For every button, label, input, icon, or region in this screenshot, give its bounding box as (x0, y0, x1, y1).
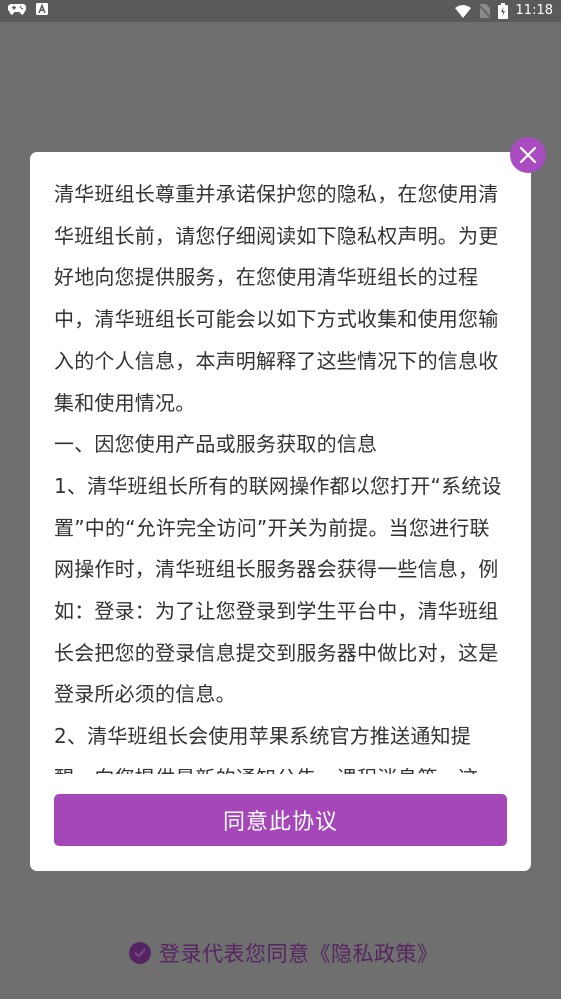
app-a-icon (36, 3, 48, 15)
gamepad-icon (8, 3, 26, 15)
status-right-icons: 11:18 (454, 2, 553, 20)
policy-paragraph: 清华班组长尊重并承诺保护您的隐私，在您使用清华班组长前，请您仔细阅读如下隐私权声… (54, 182, 499, 415)
wifi-icon (454, 4, 471, 18)
policy-paragraph: 1、清华班组长所有的联网操作都以您打开“系统设置”中的“允许完全访问”开关为前提… (54, 473, 502, 707)
status-time: 11:18 (515, 3, 553, 18)
privacy-policy-link[interactable]: 登录代表您同意《隐私政策》 (159, 938, 439, 968)
no-sim-icon (478, 4, 490, 18)
privacy-policy-dialog: 清华班组长尊重并承诺保护您的隐私，在您使用清华班组长前，请您仔细阅读如下隐私权声… (30, 152, 531, 871)
policy-text-scroll[interactable]: 清华班组长尊重并承诺保护您的隐私，在您使用清华班组长前，请您仔细阅读如下隐私权声… (54, 174, 504, 774)
policy-paragraph: 一、因您使用产品或服务获取的信息 (54, 432, 378, 457)
close-icon (518, 145, 538, 165)
close-dialog-button[interactable] (510, 137, 546, 173)
check-circle-icon[interactable] (129, 942, 151, 964)
battery-icon (497, 3, 508, 19)
privacy-consent-row[interactable]: 登录代表您同意《隐私政策》 (129, 936, 439, 970)
status-left-icons (8, 3, 48, 15)
policy-paragraph: 2、清华班组长会使用苹果系统官方推送通知提醒，向您提供最新的通知公告、课程消息等… (54, 724, 478, 774)
agree-button[interactable]: 同意此协议 (54, 794, 507, 846)
status-bar: 11:18 (0, 0, 561, 22)
